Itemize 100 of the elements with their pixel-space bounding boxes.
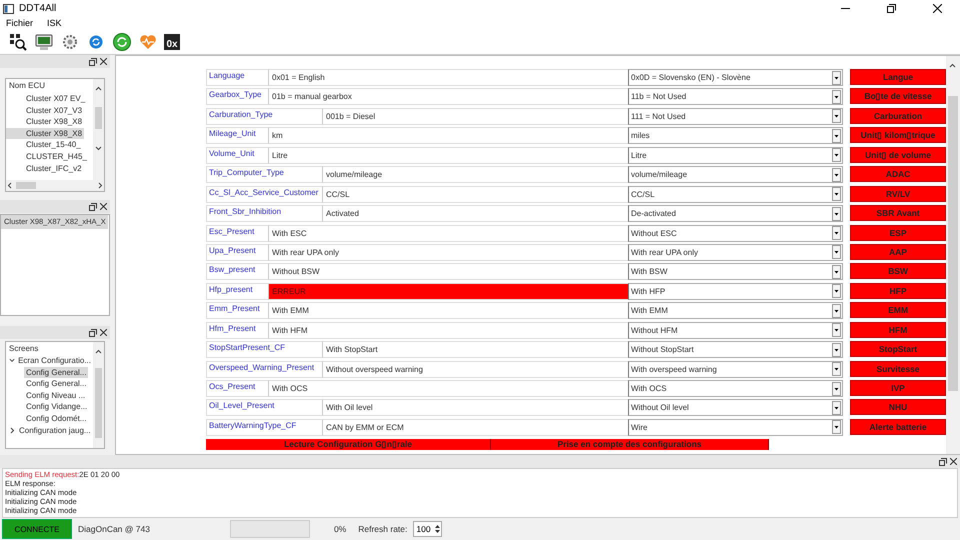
- scrollbar-thumb[interactable]: [16, 182, 36, 189]
- write-button[interactable]: ADAC: [850, 166, 946, 182]
- scrollbar[interactable]: [946, 56, 960, 454]
- sync-icon[interactable]: [112, 32, 132, 52]
- spin-arrows-icon[interactable]: [434, 523, 442, 535]
- value-dropdown[interactable]: De-activated: [628, 205, 843, 222]
- ecu-list-item[interactable]: Cluster X07 EV_: [6, 93, 88, 105]
- value-dropdown[interactable]: With BSW: [628, 263, 843, 280]
- write-button[interactable]: RV/LV: [850, 186, 946, 202]
- parameter-label: Ocs_Present: [206, 380, 269, 397]
- ecu-list-item[interactable]: Cluster X07_V3: [6, 104, 84, 116]
- tree-item[interactable]: Config General...: [24, 366, 88, 378]
- refresh-spinbox[interactable]: 100: [413, 521, 442, 537]
- value-dropdown[interactable]: 111 = Not Used: [628, 108, 843, 125]
- write-button[interactable]: Unit▯ de volume: [850, 146, 946, 163]
- float-icon[interactable]: [89, 202, 97, 210]
- write-button[interactable]: BSW: [850, 263, 946, 280]
- monitor-icon[interactable]: [34, 32, 54, 52]
- tree-item[interactable]: Config Odomét...: [24, 412, 88, 425]
- write-button[interactable]: ESP: [850, 224, 946, 240]
- value-dropdown[interactable]: miles: [628, 127, 843, 144]
- value-dropdown[interactable]: With HFP: [628, 282, 843, 300]
- value-dropdown[interactable]: Without StopStart: [628, 341, 843, 358]
- ecu-list-item[interactable]: Cluster_15-40_: [6, 139, 83, 151]
- value-dropdown[interactable]: 0x0D = Slovensko (EN) - Slovène: [628, 69, 843, 86]
- close-icon[interactable]: [932, 4, 942, 13]
- write-button[interactable]: NHU: [850, 399, 946, 416]
- restore-icon[interactable]: [886, 4, 896, 13]
- write-button[interactable]: Carburation: [850, 108, 946, 124]
- write-button[interactable]: SBR Avant: [850, 205, 946, 222]
- tree-item[interactable]: Config Niveau ...: [24, 390, 88, 402]
- value-dropdown[interactable]: Without HFM: [628, 322, 843, 339]
- value-dropdown[interactable]: Without ESC: [628, 224, 843, 242]
- ecu-list-item[interactable]: CLUSTER_H45_: [6, 150, 89, 163]
- scroll-down-icon: [95, 145, 102, 152]
- horizontal-scrollbar[interactable]: [6, 180, 104, 191]
- current-value: With rear UPA only: [269, 244, 628, 261]
- write-button[interactable]: EMM: [850, 302, 946, 318]
- write-button[interactable]: IVP: [850, 380, 946, 396]
- hex-button[interactable]: 0x: [164, 34, 180, 50]
- value-dropdown[interactable]: 11b = Not Used: [628, 88, 843, 106]
- value-dropdown[interactable]: With overspeed warning: [628, 360, 843, 378]
- scrollbar-thumb[interactable]: [95, 107, 102, 129]
- write-button[interactable]: AAP: [850, 244, 946, 260]
- minimize-icon[interactable]: [840, 8, 850, 9]
- current-value: With HFM: [269, 322, 628, 339]
- scroll-up-icon: [95, 348, 102, 355]
- parameter-label: Oil_Level_Present: [206, 399, 323, 416]
- tree-item[interactable]: Configuration jaug...: [16, 424, 93, 436]
- value-dropdown[interactable]: With OCS: [628, 380, 843, 397]
- tree-item[interactable]: Config Vidange...: [24, 401, 90, 413]
- write-button[interactable]: HFP: [850, 282, 946, 299]
- ecu-list-item[interactable]: Cluster X98_X8: [6, 128, 84, 140]
- parameter-label: Carburation_Type: [206, 108, 323, 125]
- scrollbar-thumb[interactable]: [948, 96, 958, 391]
- tree-item[interactable]: Config General...: [24, 378, 88, 390]
- float-icon[interactable]: [89, 58, 97, 66]
- close-icon[interactable]: [100, 58, 107, 65]
- value-dropdown[interactable]: With EMM: [628, 302, 843, 320]
- ecu-list-item[interactable]: Cluster_IFC_v2: [6, 162, 84, 174]
- app-icon: [3, 4, 14, 14]
- qr-search-icon[interactable]: [8, 32, 28, 52]
- current-value: CC/SL: [323, 186, 628, 203]
- write-button[interactable]: Alerte batterie: [850, 418, 946, 435]
- value-dropdown[interactable]: volume/mileage: [628, 166, 843, 184]
- write-button[interactable]: HFM: [850, 322, 946, 338]
- value-dropdown[interactable]: Without Oil level: [628, 399, 843, 416]
- gear-icon[interactable]: [60, 32, 80, 52]
- menu-item[interactable]: ISK: [47, 17, 62, 30]
- float-icon[interactable]: [939, 458, 947, 466]
- write-button[interactable]: StopStart: [850, 341, 946, 358]
- tree-item[interactable]: Ecran Configuratio...: [15, 355, 93, 367]
- ecu-list-item[interactable]: Cluster X98_X8: [6, 116, 84, 128]
- close-icon[interactable]: [100, 329, 107, 336]
- close-icon[interactable]: [100, 203, 107, 210]
- float-icon[interactable]: [89, 328, 97, 336]
- list-header: Nom ECU: [8, 80, 46, 92]
- menu-item[interactable]: Fichier: [6, 17, 34, 30]
- config-button[interactable]: Lecture Configuration G▯n▯rale: [206, 439, 491, 450]
- current-value: With Oil level: [323, 399, 628, 416]
- scrollbar-thumb[interactable]: [95, 368, 102, 438]
- scrollbar[interactable]: [93, 342, 104, 448]
- scrollbar[interactable]: [93, 79, 104, 180]
- value-dropdown[interactable]: With rear UPA only: [628, 244, 843, 261]
- parameter-label: StopStartPresent_CF: [206, 341, 323, 358]
- config-button[interactable]: Prise en compte des configurations: [491, 439, 769, 450]
- write-button[interactable]: Unit▯ kilom▯trique: [850, 127, 946, 144]
- value-dropdown[interactable]: Wire: [628, 418, 843, 436]
- scroll-up-icon: [95, 85, 102, 92]
- parameter-label: Mileage_Unit: [206, 127, 269, 144]
- write-button[interactable]: Survitesse: [850, 360, 946, 377]
- value-dropdown[interactable]: CC/SL: [628, 186, 843, 203]
- current-value: CAN by EMM or ECM: [323, 418, 628, 436]
- write-button[interactable]: Bo▯te de vitesse: [850, 88, 946, 104]
- close-icon[interactable]: [950, 458, 957, 465]
- current-value: With OCS: [269, 380, 628, 397]
- write-button[interactable]: Langue: [850, 69, 946, 85]
- scroll-right-icon: [97, 182, 104, 189]
- parameter-label: Bsw_present: [206, 263, 269, 280]
- value-dropdown[interactable]: Litre: [628, 146, 843, 164]
